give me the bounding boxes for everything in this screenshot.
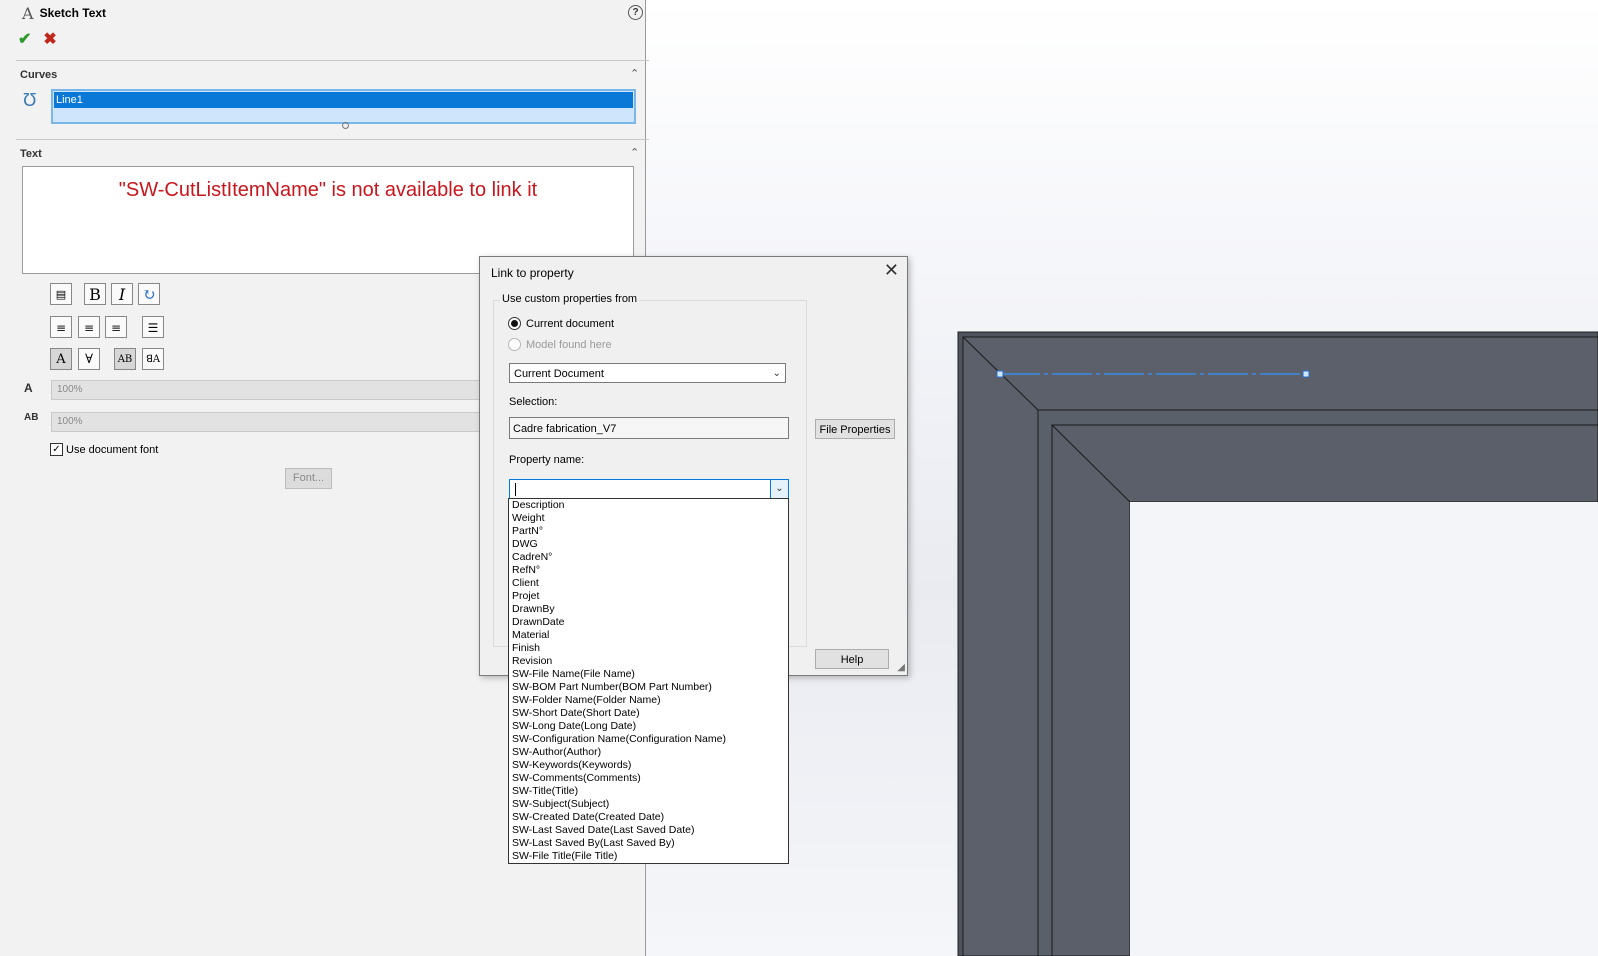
property-option[interactable]: SW-Last Saved Date(Last Saved Date): [509, 824, 788, 837]
curves-section-title[interactable]: Curves: [20, 69, 57, 81]
property-name-combo[interactable]: ⌄: [509, 479, 789, 499]
spacing-field[interactable]: 100%: [51, 412, 488, 432]
resize-handle-icon[interactable]: [342, 122, 349, 129]
property-option[interactable]: SW-BOM Part Number(BOM Part Number): [509, 681, 788, 694]
divider: [16, 139, 649, 140]
link-to-property-icon[interactable]: ▤: [50, 283, 72, 305]
align-center-icon[interactable]: ≡: [78, 316, 100, 338]
text-section-title[interactable]: Text: [20, 148, 42, 160]
close-icon[interactable]: ✕: [884, 261, 899, 279]
frame-opening: [1130, 502, 1598, 956]
sketch-endpoint-start: [996, 370, 1004, 378]
property-option[interactable]: SW-Subject(Subject): [509, 798, 788, 811]
selection-label: Selection:: [509, 396, 558, 408]
property-option[interactable]: Finish: [509, 642, 788, 655]
chevron-down-icon[interactable]: ⌄: [770, 480, 788, 498]
property-option[interactable]: DrawnBy: [509, 603, 788, 616]
justify-icon[interactable]: ☰: [142, 316, 164, 338]
property-option[interactable]: SW-Folder Name(Folder Name): [509, 694, 788, 707]
property-option[interactable]: Client: [509, 577, 788, 590]
use-document-font-label: Use document font: [66, 443, 159, 456]
collapse-text-chevron-icon[interactable]: ⌃: [630, 148, 640, 159]
help-button[interactable]: Help: [815, 649, 889, 669]
source-combo-value: Current Document: [514, 368, 604, 380]
property-option[interactable]: SW-Title(Title): [509, 785, 788, 798]
rotate-icon[interactable]: ↻: [138, 283, 160, 305]
width-factor-field[interactable]: 100%: [51, 380, 488, 400]
cancel-x-icon[interactable]: ✖: [43, 29, 56, 49]
panel-title: Sketch Text: [39, 6, 107, 20]
curve-selection-icon: Ʊ: [23, 90, 37, 110]
group-label: Use custom properties from: [500, 293, 640, 305]
property-option[interactable]: PartN°: [509, 525, 788, 538]
property-option[interactable]: SW-Last Saved By(Last Saved By): [509, 837, 788, 850]
radio-current-label: Current document: [526, 317, 615, 330]
source-combo[interactable]: Current Document ⌄: [509, 363, 786, 383]
property-option[interactable]: Description: [509, 499, 788, 512]
panel-header: A Sketch Text: [22, 3, 107, 23]
collapse-curves-chevron-icon[interactable]: ⌃: [630, 69, 640, 80]
flip-upside-down-icon[interactable]: ∀: [78, 348, 100, 370]
property-name-label: Property name:: [509, 454, 585, 466]
property-option[interactable]: SW-Keywords(Keywords): [509, 759, 788, 772]
help-icon[interactable]: ?: [628, 5, 643, 20]
radio-model-found-here[interactable]: Model found here: [508, 338, 612, 351]
radio-current-document[interactable]: Current document: [508, 317, 614, 330]
align-right-icon[interactable]: ≡: [105, 316, 127, 338]
divider: [16, 60, 649, 61]
property-option[interactable]: SW-Long Date(Long Date): [509, 720, 788, 733]
radio-selected-icon[interactable]: [508, 317, 521, 330]
use-document-font-checkbox[interactable]: ✓ Use document font: [50, 443, 158, 456]
property-option[interactable]: Revision: [509, 655, 788, 668]
ok-check-icon[interactable]: ✔: [18, 29, 31, 49]
property-option[interactable]: DrawnDate: [509, 616, 788, 629]
flip-horizontal-icon[interactable]: AB: [114, 348, 136, 370]
chevron-down-icon[interactable]: ⌄: [773, 364, 781, 384]
property-option[interactable]: SW-File Name(File Name): [509, 668, 788, 681]
ok-cancel-bar: ✔ ✖: [18, 29, 57, 49]
curve-item-line1[interactable]: Line1: [54, 92, 633, 108]
sketch-endpoint-end: [1302, 370, 1310, 378]
sketch-text-icon: A: [22, 3, 34, 23]
font-button[interactable]: Font...: [285, 468, 332, 489]
width-factor-icon: A: [24, 381, 33, 395]
align-left-icon[interactable]: ≡: [50, 316, 72, 338]
property-name-dropdown-list[interactable]: Description Weight PartN° DWG CadreN° RefN° Cl…: [508, 498, 789, 864]
dialog-title: Link to property: [491, 266, 574, 280]
property-option[interactable]: CadreN°: [509, 551, 788, 564]
property-option[interactable]: SW-Author(Author): [509, 746, 788, 759]
radio-model-label: Model found here: [526, 338, 612, 351]
property-option[interactable]: SW-Created Date(Created Date): [509, 811, 788, 824]
property-option[interactable]: DWG: [509, 538, 788, 551]
property-option[interactable]: Weight: [509, 512, 788, 525]
property-option[interactable]: SW-Comments(Comments): [509, 772, 788, 785]
property-option[interactable]: SW-Configuration Name(Configuration Name…: [509, 733, 788, 746]
property-option[interactable]: RefN°: [509, 564, 788, 577]
italic-button[interactable]: I: [111, 283, 133, 305]
property-option[interactable]: Material: [509, 629, 788, 642]
file-properties-button[interactable]: File Properties: [815, 419, 895, 439]
radio-unselected-icon[interactable]: [508, 338, 521, 351]
resize-grip-icon[interactable]: ◢: [897, 662, 905, 673]
checkbox-checked-icon[interactable]: ✓: [50, 443, 63, 456]
annotation-message: "SW-CutListItemName" is not available to…: [118, 179, 538, 201]
reverse-text-icon[interactable]: ꓭA: [142, 348, 164, 370]
curves-selection-box[interactable]: Line1: [51, 89, 636, 124]
bold-button[interactable]: B: [84, 283, 106, 305]
property-option[interactable]: SW-File Title(File Title): [509, 850, 788, 863]
selection-field[interactable]: Cadre fabrication_V7: [509, 417, 789, 439]
text-caret: [515, 483, 516, 496]
property-option[interactable]: SW-Short Date(Short Date): [509, 707, 788, 720]
flip-vertical-icon[interactable]: A: [50, 348, 72, 370]
spacing-icon: AB: [24, 412, 39, 423]
property-option[interactable]: Projet: [509, 590, 788, 603]
